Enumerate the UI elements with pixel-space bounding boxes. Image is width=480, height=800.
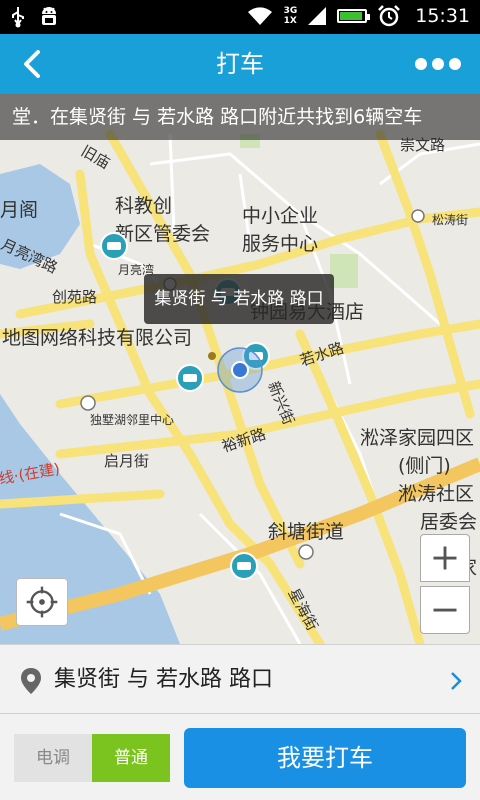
taxi-marker[interactable] [230,552,258,580]
poi-marker [411,209,425,223]
taxi-marker[interactable] [100,232,128,260]
destination-marker [208,352,216,360]
zoom-in-button[interactable] [420,534,470,582]
poi-marker [298,544,314,560]
map-label: 中小企业 [242,205,318,227]
map-label: 独墅湖邻里中心 [90,412,174,427]
map-label: 淞涛社区 [398,483,474,505]
poi-marker [80,395,96,411]
address-row[interactable]: 集贤街 与 若水路 路口 [0,644,480,714]
zoom-out-button[interactable] [420,586,470,634]
bottom-controls: 电调 普通 我要打车 [0,714,480,800]
mode-toggle-phone[interactable]: 电调 [14,734,92,782]
android-debug-icon [42,7,56,25]
battery-icon [337,9,371,23]
map-canvas: 科教创 新区管委会 中小企业 服务中心 钟园易大酒店 地图网络科技有限公司 淞泽… [0,129,480,644]
network-top-label: 3G [283,6,298,16]
map-label: 创苑路 [52,288,97,306]
current-location-dot [231,361,249,379]
chevron-right-icon [451,672,462,690]
locate-me-button[interactable] [16,578,68,626]
wifi-icon [247,7,272,25]
network-type: 3G 1X [284,6,298,26]
status-bar: 3G 1X 15:31 [0,0,480,34]
park-area [330,254,358,288]
alarm-icon [378,5,401,27]
map-label: 旧庙 [78,142,113,173]
signal-icon [308,7,327,25]
usb-icon [12,7,24,28]
map-label: 斜塘街道 [268,521,344,543]
location-tooltip[interactable]: 集贤街 与 若水路 路口 [144,274,334,324]
page-title: 打车 [216,50,264,78]
more-icon[interactable] [414,54,462,74]
map-label: 启月街 [104,452,149,470]
map-label: 新兴街 [264,379,298,427]
map-label: 居委会 [420,511,477,533]
map-label: 淞泽家园四区 [360,427,474,449]
search-result-banner: 堂．在集贤街 与 若水路 路口附近共找到6辆空车 [0,94,480,140]
current-address: 集贤街 与 若水路 路口 [54,667,273,692]
map-label: (侧门) [398,455,451,477]
map-label: 新区管委会 [115,223,210,245]
map-view[interactable]: 科教创 新区管委会 中小企业 服务中心 钟园易大酒店 地图网络科技有限公司 淞泽… [0,94,480,644]
map-label: 服务中心 [242,233,318,255]
network-bottom-label: 1X [283,16,297,26]
map-label: 松涛街 [432,212,468,227]
call-taxi-button[interactable]: 我要打车 [184,728,466,788]
taxi-marker[interactable] [176,364,204,392]
mode-toggle-normal[interactable]: 普通 [92,734,170,782]
map-label: 地图网络科技有限公司 [2,327,192,349]
map-label: 科教创 [115,195,172,217]
location-pin-icon [21,668,41,694]
road-main [375,129,475,419]
map-label: 月阁 [0,199,38,221]
app-bar: 打车 [0,34,480,94]
clock: 15:31 [415,5,470,27]
